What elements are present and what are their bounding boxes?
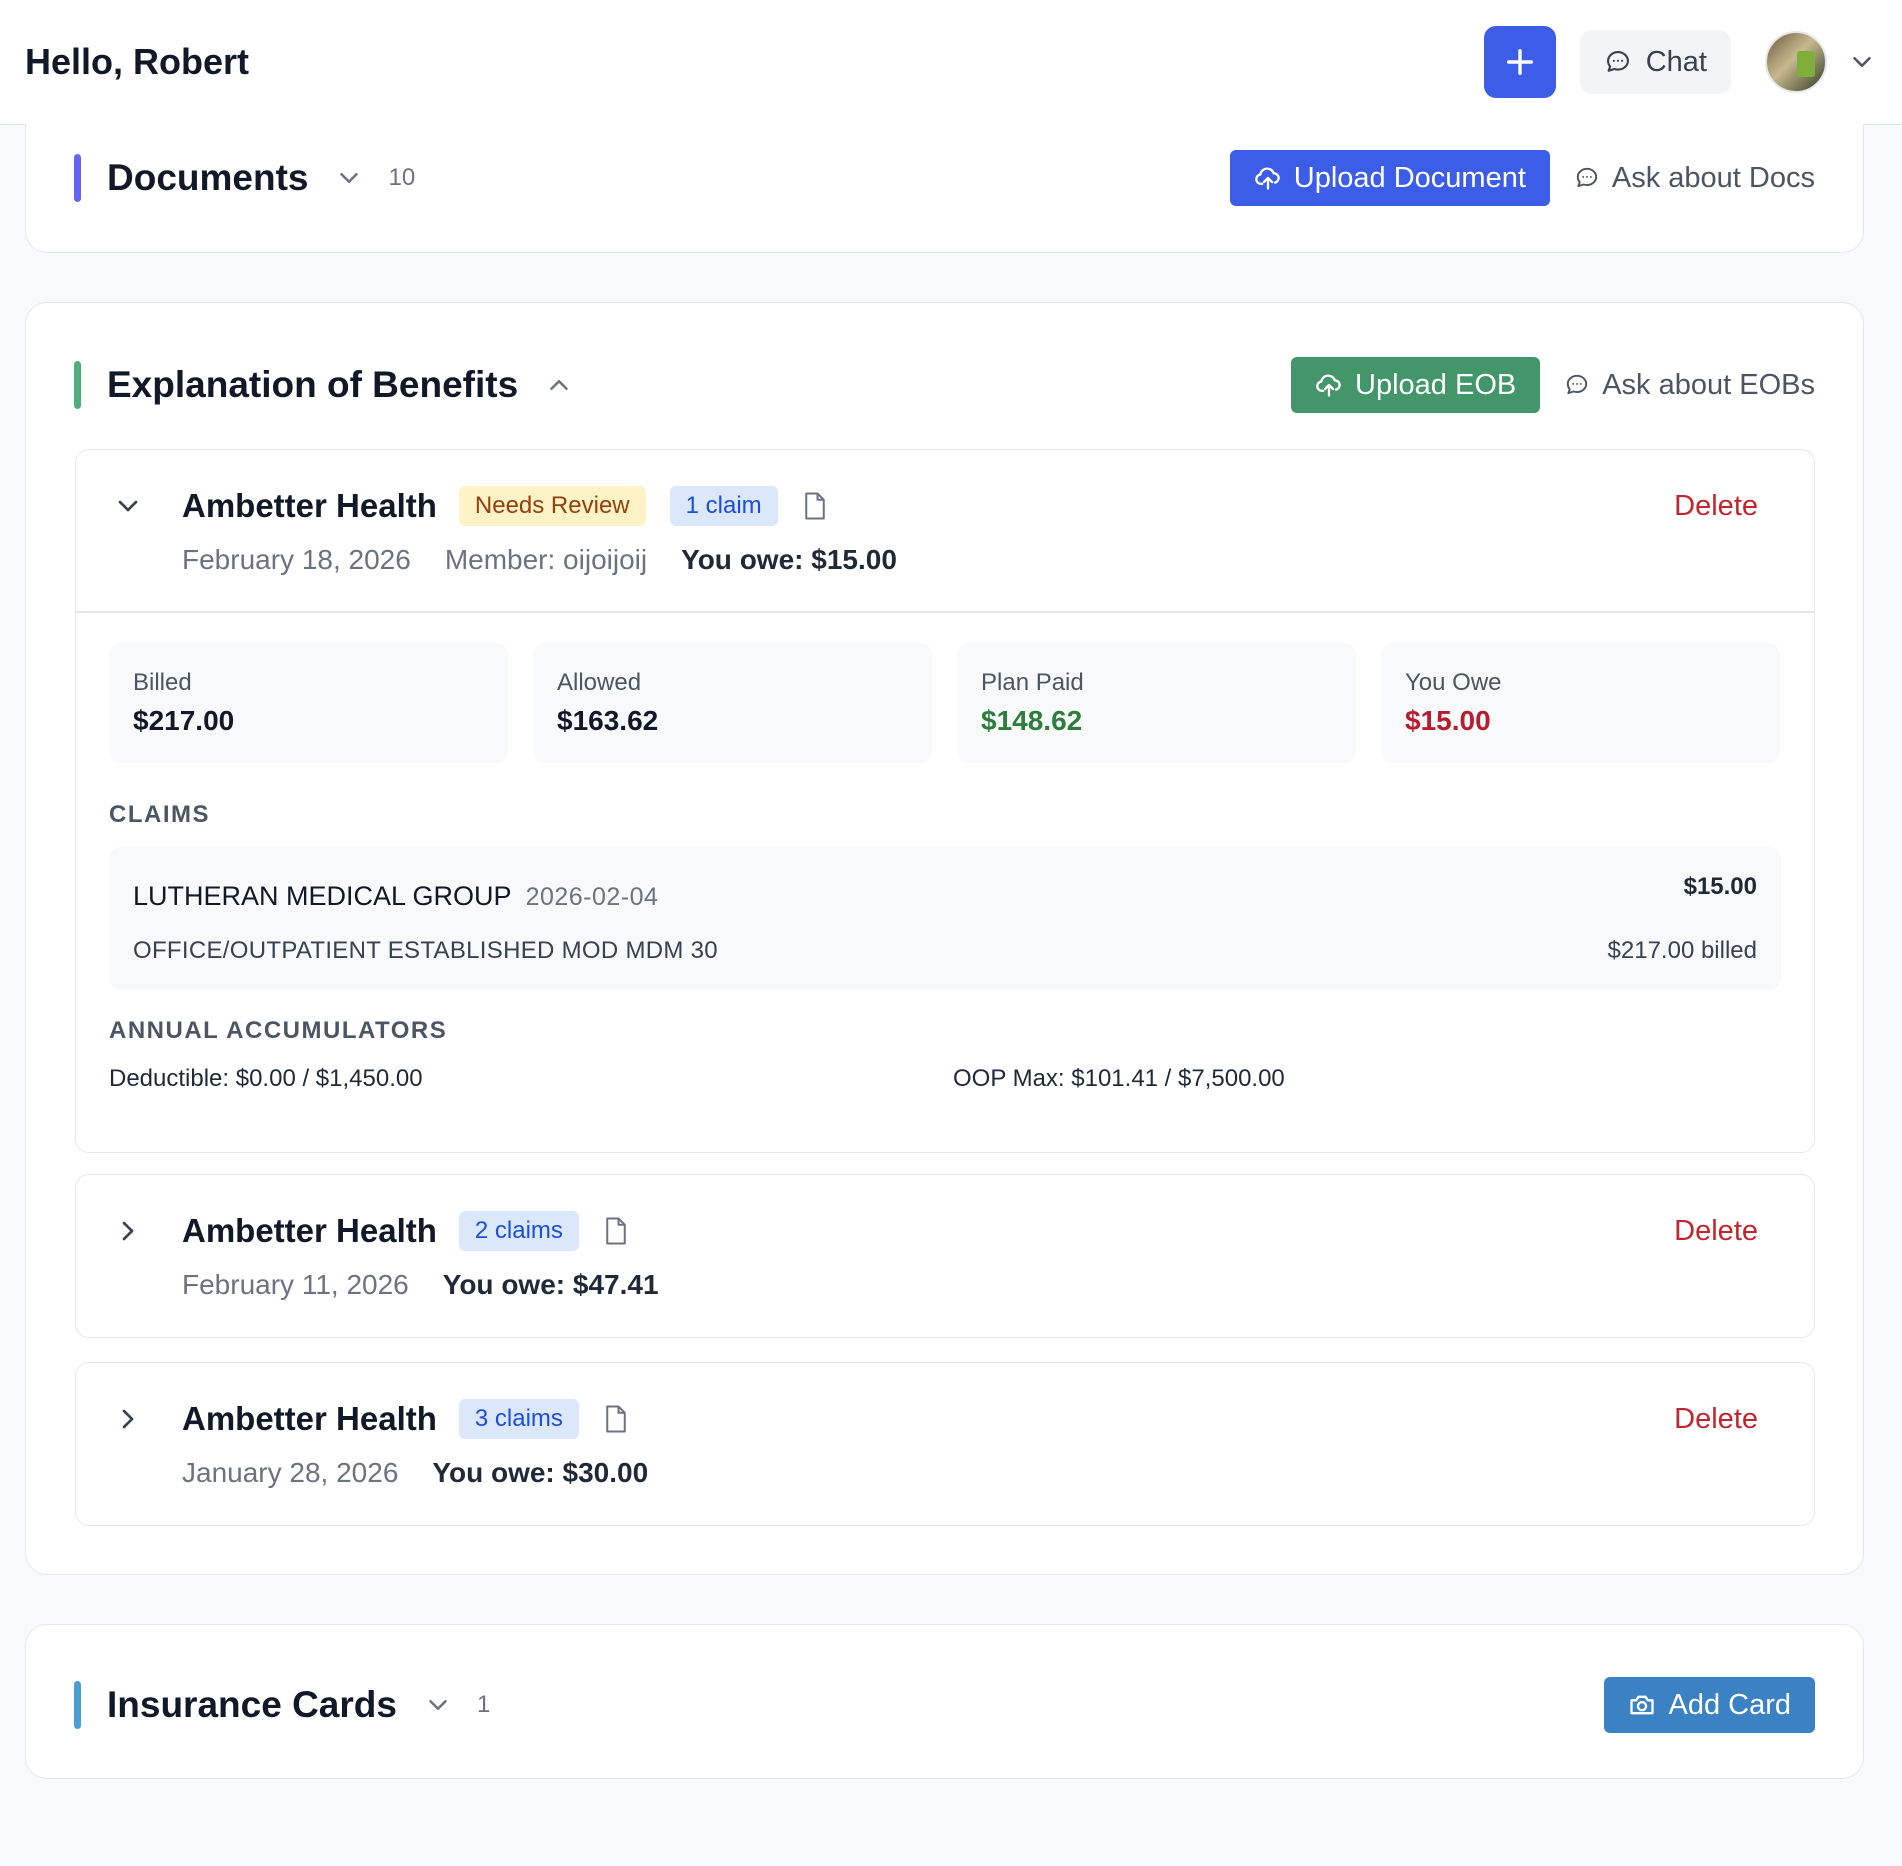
chevron-right-icon[interactable] [112, 1215, 144, 1247]
delete-button[interactable]: Delete [1674, 1403, 1758, 1436]
eob-you-owe: You owe: $30.00 [432, 1457, 649, 1488]
ask-about-eobs-label: Ask about EOBs [1602, 368, 1815, 401]
documents-accent-bar [74, 154, 81, 202]
chevron-down-icon[interactable] [112, 490, 144, 522]
claim-billed: $217.00 billed [1607, 937, 1757, 964]
stat-label: Allowed [557, 669, 642, 696]
plus-icon [1506, 48, 1533, 76]
chevron-down-icon[interactable] [334, 163, 364, 193]
oop-max-accumulator: OOP Max: $101.41 / $7,500.00 [953, 1065, 1285, 1092]
stat-value: $148.62 [981, 705, 1083, 736]
insurance-cards-title: Insurance Cards [107, 1684, 397, 1725]
documents-section: Documents 10 Upload Document Ask about D… [25, 124, 1864, 253]
cloud-upload-icon [1316, 374, 1341, 397]
delete-button[interactable]: Delete [1674, 1215, 1758, 1248]
eob-payer: Ambetter Health [182, 1212, 437, 1249]
upload-document-button[interactable]: Upload Document [1229, 150, 1550, 206]
insurance-accent-bar [74, 1681, 81, 1729]
claims-count-badge: 2 claims [458, 1211, 579, 1251]
add-button[interactable] [1483, 26, 1556, 98]
claim-date: 2026-02-04 [525, 883, 659, 911]
claim-provider: LUTHERAN MEDICAL GROUP 2026-02-04 [133, 881, 658, 912]
chevron-up-icon[interactable] [544, 370, 574, 400]
document-icon[interactable] [603, 1404, 629, 1434]
ask-about-docs-label: Ask about Docs [1611, 161, 1815, 194]
eob-item: Ambetter Health Needs Review 1 claim Del… [75, 449, 1815, 1153]
stat-label: You Owe [1405, 669, 1502, 696]
insurance-cards-count: 1 [476, 1691, 491, 1718]
stat-billed: Billed $217.00 [109, 643, 508, 763]
eob-member: Member: oijoijoij [444, 544, 648, 575]
eob-you-owe: You owe: $47.41 [442, 1269, 659, 1300]
upload-document-label: Upload Document [1293, 161, 1526, 194]
cloud-upload-icon [1254, 167, 1280, 190]
add-card-label: Add Card [1668, 1688, 1791, 1721]
document-icon[interactable] [603, 1216, 629, 1246]
eob-item: Ambetter Health 3 claims Delete January … [75, 1362, 1815, 1526]
delete-button[interactable]: Delete [1674, 490, 1758, 523]
chat-bubble-icon [1567, 374, 1588, 395]
chat-bubble-icon [1576, 167, 1598, 188]
camera-icon [1630, 1695, 1655, 1715]
claim-row[interactable]: LUTHERAN MEDICAL GROUP 2026-02-04 OFFICE/… [109, 847, 1781, 990]
eob-date: February 11, 2026 [182, 1269, 409, 1300]
eob-item: Ambetter Health 2 claims Delete February… [75, 1174, 1815, 1338]
eob-section: Explanation of Benefits Upload EOB Ask a… [25, 302, 1864, 1575]
status-badge: Needs Review [458, 486, 646, 526]
chevron-down-icon[interactable] [423, 1690, 453, 1720]
accumulators-heading: ANNUAL ACCUMULATORS [109, 1017, 448, 1044]
divider [76, 611, 1814, 613]
stat-label: Billed [133, 669, 192, 696]
stat-plan-paid: Plan Paid $148.62 [957, 643, 1356, 763]
ask-about-docs-button[interactable]: Ask about Docs [1574, 162, 1815, 195]
insurance-cards-section: Insurance Cards 1 Add Card [25, 1624, 1864, 1779]
greeting: Hello, Robert [25, 41, 250, 82]
top-bar: Hello, Robert Chat [0, 0, 1902, 125]
chat-label: Chat [1645, 45, 1707, 78]
claims-count-badge: 3 claims [458, 1399, 579, 1439]
eob-you-owe: You owe: $15.00 [681, 544, 897, 575]
documents-count: 10 [388, 164, 416, 191]
eob-title: Explanation of Benefits [107, 364, 519, 405]
chat-bubble-icon [1606, 51, 1629, 72]
eob-date: February 18, 2026 [182, 544, 411, 575]
stat-value: $217.00 [133, 705, 235, 736]
chevron-right-icon[interactable] [112, 1403, 144, 1435]
claim-amount: $15.00 [1683, 873, 1757, 900]
document-icon[interactable] [802, 491, 828, 521]
stat-allowed: Allowed $163.62 [533, 643, 932, 763]
upload-eob-button[interactable]: Upload EOB [1291, 357, 1541, 413]
claim-provider-name: LUTHERAN MEDICAL GROUP [133, 881, 512, 911]
eob-accent-bar [74, 361, 81, 409]
add-card-button[interactable]: Add Card [1604, 1677, 1815, 1733]
stat-label: Plan Paid [981, 669, 1084, 696]
chat-button[interactable]: Chat [1579, 30, 1731, 94]
claims-count-badge: 1 claim [669, 486, 778, 526]
stat-you-owe: You Owe $15.00 [1381, 643, 1780, 763]
claim-description: OFFICE/OUTPATIENT ESTABLISHED MOD MDM 30 [133, 937, 718, 964]
documents-title: Documents [107, 157, 309, 198]
stat-value: $163.62 [557, 705, 659, 736]
user-avatar[interactable] [1765, 31, 1827, 93]
claims-heading: CLAIMS [109, 801, 210, 828]
eob-date: January 28, 2026 [182, 1457, 399, 1488]
chevron-down-icon[interactable] [1847, 47, 1877, 77]
deductible-accumulator: Deductible: $0.00 / $1,450.00 [109, 1065, 423, 1092]
eob-payer: Ambetter Health [182, 487, 437, 524]
eob-payer: Ambetter Health [182, 1400, 437, 1437]
upload-eob-label: Upload EOB [1355, 368, 1517, 401]
ask-about-eobs-button[interactable]: Ask about EOBs [1564, 369, 1815, 402]
stat-value: $15.00 [1405, 705, 1491, 736]
